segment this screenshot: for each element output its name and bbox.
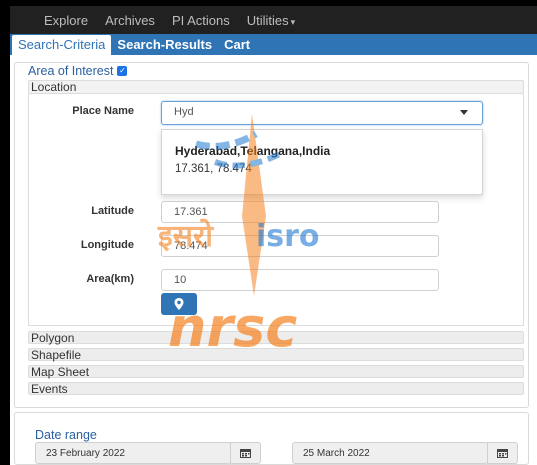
place-suggestion-item[interactable]: Hyderabad,Telangana,India 17.361, 78.474: [161, 129, 483, 195]
nav-archives[interactable]: Archives: [105, 13, 155, 28]
caret-down-icon: ▾: [290, 16, 296, 27]
nav-utilities-label: Utilities: [246, 12, 289, 28]
tab-search-results[interactable]: Search-Results: [111, 35, 218, 55]
start-date-input[interactable]: 23 February 2022: [35, 442, 231, 464]
polygon-section-header[interactable]: Polygon: [28, 331, 524, 344]
tab-cart[interactable]: Cart: [218, 35, 256, 55]
date-range-panel: Date range 23 February 2022 25 March 202…: [14, 412, 529, 465]
area-label: Area(km): [86, 273, 134, 285]
place-name-value: Hyd: [174, 106, 194, 118]
top-navbar: Explore Archives PI Actions Utilities ▾: [10, 6, 537, 34]
area-input[interactable]: 10: [161, 269, 439, 291]
calendar-icon: [240, 449, 251, 458]
location-section-header[interactable]: Location: [28, 80, 524, 94]
nav-utilities[interactable]: Utilities ▾: [247, 13, 295, 28]
app-frame: Explore Archives PI Actions Utilities ▾ S…: [10, 6, 537, 465]
longitude-input[interactable]: 78.474: [161, 235, 439, 257]
date-range-label: Date range: [35, 428, 97, 442]
locate-on-map-button[interactable]: [161, 293, 197, 315]
suggestion-name: Hyderabad,Telangana,India: [175, 144, 331, 158]
tab-search-criteria[interactable]: Search-Criteria: [12, 35, 112, 55]
end-date-input[interactable]: 25 March 2022: [292, 442, 488, 464]
events-section-header[interactable]: Events: [28, 382, 524, 395]
place-name-input[interactable]: Hyd: [161, 101, 483, 125]
caret-down-icon[interactable]: [460, 110, 468, 115]
map-sheet-section-header[interactable]: Map Sheet: [28, 365, 524, 378]
latitude-label: Latitude: [91, 205, 134, 217]
shapefile-section-header[interactable]: Shapefile: [28, 348, 524, 361]
calendar-icon: [497, 449, 508, 458]
latitude-input[interactable]: 17.361: [161, 201, 439, 223]
aoi-checkbox[interactable]: ✓: [117, 66, 128, 76]
map-marker-icon: [174, 298, 184, 310]
longitude-label: Longitude: [80, 239, 134, 251]
suggestion-coords: 17.361, 78.474: [175, 163, 252, 175]
place-name-label: Place Name: [72, 105, 134, 117]
end-date-calendar-button[interactable]: [487, 442, 518, 464]
aoi-label: Area of Interest: [28, 64, 114, 78]
nav-explore[interactable]: Explore: [44, 13, 88, 28]
nav-pi-actions[interactable]: PI Actions: [172, 13, 230, 28]
start-date-calendar-button[interactable]: [230, 442, 261, 464]
aoi-header: Area of Interest ✓: [28, 64, 128, 78]
tab-bar: Search-Criteria Search-Results Cart: [10, 34, 537, 55]
